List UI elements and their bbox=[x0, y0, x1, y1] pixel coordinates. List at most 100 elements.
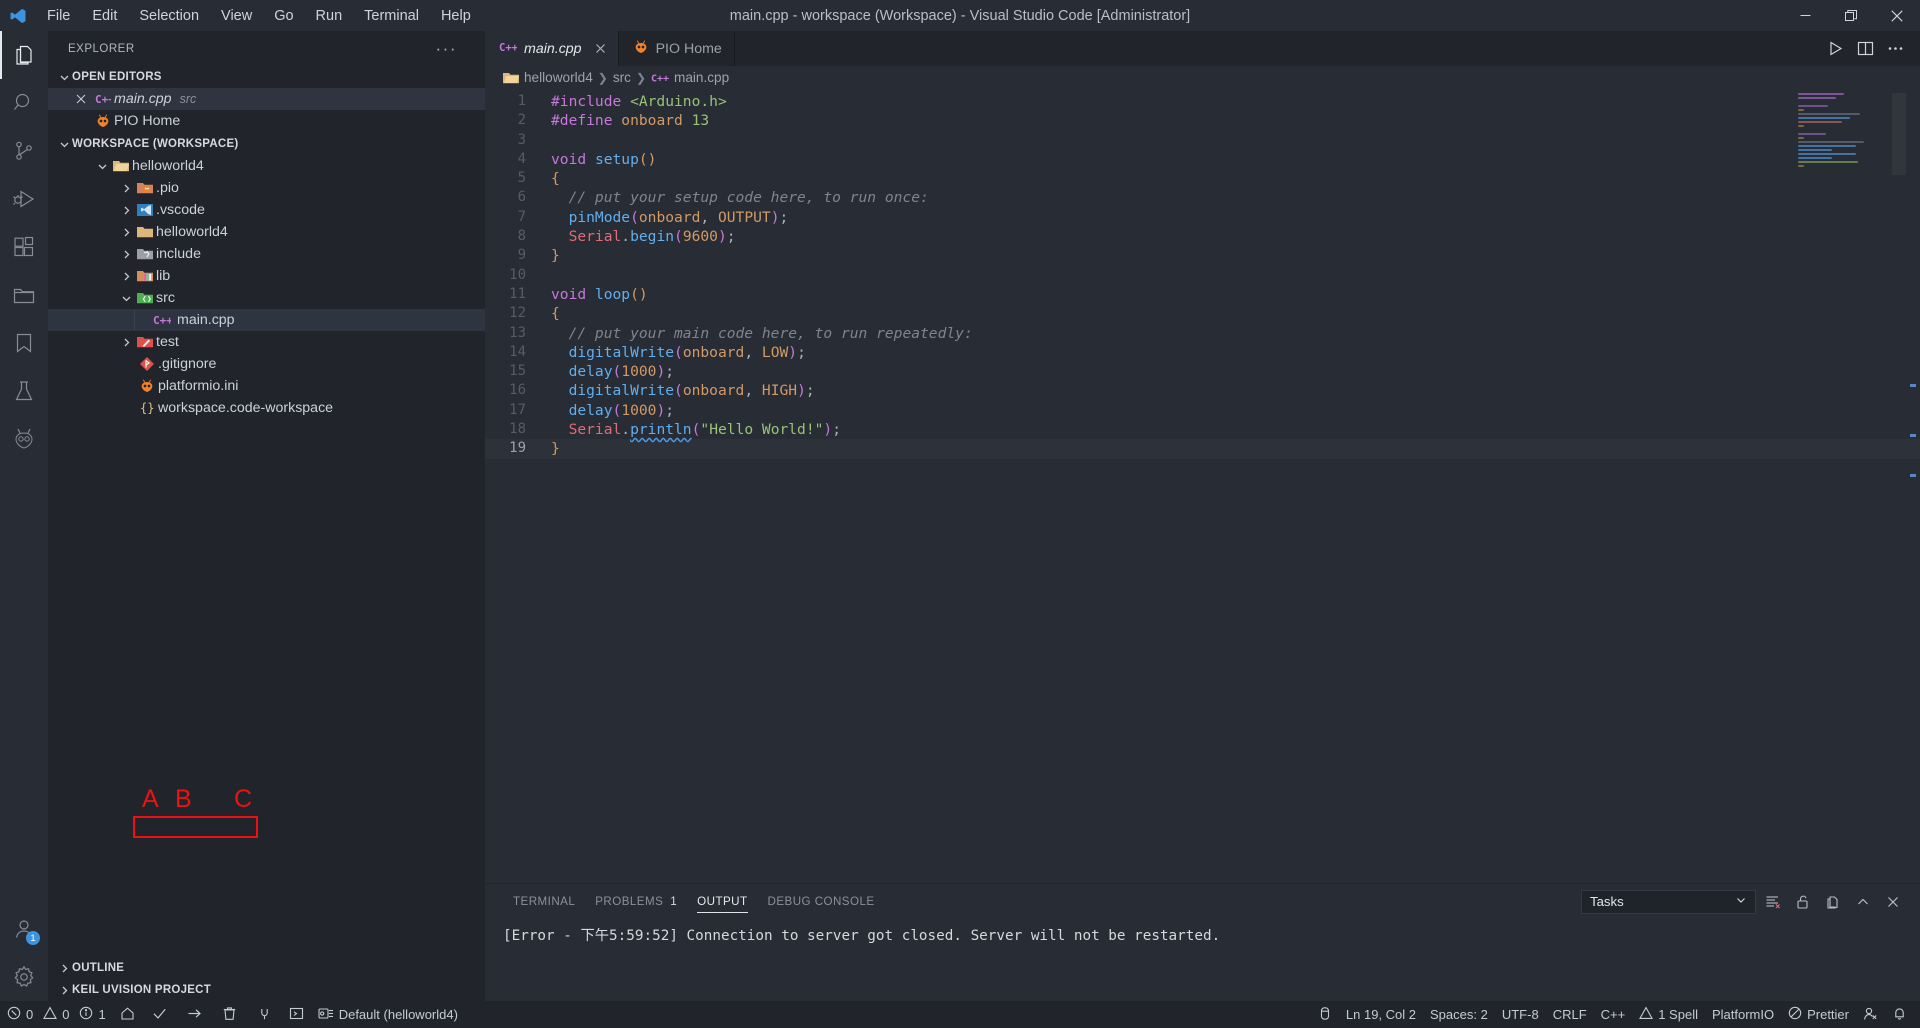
activitybar-item-explorer[interactable] bbox=[0, 31, 48, 79]
chevron-down-icon[interactable] bbox=[94, 161, 110, 172]
status-pio-home[interactable] bbox=[113, 1001, 142, 1028]
unlock-icon[interactable] bbox=[1790, 889, 1816, 915]
chevron-down-icon[interactable] bbox=[118, 293, 134, 304]
menu-selection[interactable]: Selection bbox=[128, 3, 210, 29]
activitybar-item-extensions[interactable] bbox=[0, 223, 48, 271]
code-line[interactable]: 13 // put your main code here, to run re… bbox=[485, 324, 1920, 343]
activitybar-item-bookmarks[interactable] bbox=[0, 319, 48, 367]
tree-item-workspace-code-workspace[interactable]: {} workspace.code-workspace bbox=[48, 397, 485, 419]
section-outline[interactable]: OUTLINE bbox=[48, 957, 485, 979]
status-pio-serial-monitor[interactable] bbox=[247, 1001, 282, 1028]
status-editor-encoding[interactable]: UTF-8 bbox=[1495, 1001, 1546, 1028]
status-editor-language[interactable]: C++ bbox=[1594, 1001, 1633, 1028]
minimap[interactable] bbox=[1798, 93, 1906, 175]
code-line[interactable]: 19} bbox=[485, 439, 1920, 459]
activitybar-item-source-control[interactable] bbox=[0, 127, 48, 175]
status-remote-indicator[interactable] bbox=[1311, 1001, 1339, 1028]
tree-item-platformio-ini[interactable]: platformio.ini bbox=[48, 375, 485, 397]
tree-item-lib[interactable]: lib bbox=[48, 265, 485, 287]
tree-item-src[interactable]: src bbox=[48, 287, 485, 309]
clear-output-icon[interactable] bbox=[1760, 889, 1786, 915]
close-icon[interactable] bbox=[595, 43, 606, 54]
tree-item-helloworld4[interactable]: helloworld4 bbox=[48, 221, 485, 243]
status-pio-new-terminal[interactable] bbox=[282, 1001, 311, 1028]
activitybar-item-platformio[interactable] bbox=[0, 415, 48, 463]
ellipsis-icon[interactable]: ··· bbox=[436, 40, 465, 57]
tree-item-test[interactable]: test bbox=[48, 331, 485, 353]
chevron-right-icon[interactable] bbox=[118, 227, 134, 238]
split-editor-icon[interactable] bbox=[1850, 31, 1880, 66]
status-editor-indentation[interactable]: Spaces: 2 bbox=[1423, 1001, 1495, 1028]
open-editor-icon[interactable] bbox=[1820, 889, 1846, 915]
code-line[interactable]: 14 digitalWrite(onboard, LOW); bbox=[485, 343, 1920, 362]
status-pio-project-env[interactable]: Default (helloworld4) bbox=[311, 1001, 465, 1028]
breadcrumb-item-src[interactable]: src bbox=[613, 70, 631, 85]
activitybar-item-remote-explorer[interactable] bbox=[0, 271, 48, 319]
code-line[interactable]: 17 delay(1000); bbox=[485, 401, 1920, 420]
chevron-right-icon[interactable] bbox=[118, 249, 134, 260]
ellipsis-icon[interactable] bbox=[1880, 31, 1910, 66]
activitybar-item-testing[interactable] bbox=[0, 367, 48, 415]
breadcrumb-item-main-cpp[interactable]: main.cpp bbox=[674, 70, 729, 85]
tree-item-gitignore[interactable]: .gitignore bbox=[48, 353, 485, 375]
code-line[interactable]: 3 bbox=[485, 131, 1920, 150]
tab-main-cpp[interactable]: C++ main.cpp bbox=[485, 31, 619, 66]
status-prettier[interactable]: Prettier bbox=[1781, 1001, 1856, 1028]
code-line[interactable]: 2 #define onboard 13 bbox=[485, 111, 1920, 130]
play-icon[interactable] bbox=[1820, 31, 1850, 66]
menu-run[interactable]: Run bbox=[305, 3, 354, 29]
status-pio-clean[interactable] bbox=[212, 1001, 247, 1028]
code-line[interactable]: 10 bbox=[485, 266, 1920, 285]
close-icon[interactable] bbox=[70, 94, 92, 104]
activitybar-item-run-and-debug[interactable] bbox=[0, 175, 48, 223]
minimap-slider[interactable] bbox=[1892, 93, 1906, 175]
tree-item-main-cpp[interactable]: C++ main.cpp bbox=[48, 309, 485, 331]
status-spell-checker[interactable]: 1 Spell bbox=[1632, 1001, 1705, 1028]
status-pio-build[interactable] bbox=[142, 1001, 177, 1028]
close-button[interactable] bbox=[1874, 0, 1920, 31]
maximize-restore-button[interactable] bbox=[1828, 0, 1874, 31]
menu-go[interactable]: Go bbox=[263, 3, 304, 29]
code-line[interactable]: 18 Serial.println("Hello World!"); bbox=[485, 420, 1920, 439]
panel-tab-debug-console[interactable]: DEBUG CONSOLE bbox=[758, 884, 885, 919]
code-line[interactable]: 16 digitalWrite(onboard, HIGH); bbox=[485, 381, 1920, 400]
code-line[interactable]: 6 // put your setup code here, to run on… bbox=[485, 188, 1920, 207]
activitybar-item-search[interactable] bbox=[0, 79, 48, 127]
code-line[interactable]: 9} bbox=[485, 246, 1920, 265]
output-panel-body[interactable]: [Error - 下午5:59:52] Connection to server… bbox=[485, 919, 1920, 945]
tree-item-pio[interactable]: .pio bbox=[48, 177, 485, 199]
section-workspace[interactable]: WORKSPACE (WORKSPACE) bbox=[48, 133, 485, 155]
open-editor-item-pio-home[interactable]: PIO Home bbox=[48, 110, 485, 132]
status-notifications[interactable] bbox=[1885, 1001, 1914, 1028]
open-editor-item-main-cpp[interactable]: C++ main.cpp src bbox=[48, 88, 485, 110]
chevron-up-icon[interactable] bbox=[1850, 889, 1876, 915]
menu-file[interactable]: File bbox=[36, 3, 81, 29]
chevron-right-icon[interactable] bbox=[118, 205, 134, 216]
code-line[interactable]: 12 { bbox=[485, 304, 1920, 323]
code-line[interactable]: 11 void loop() bbox=[485, 285, 1920, 304]
status-editor-eol[interactable]: CRLF bbox=[1546, 1001, 1594, 1028]
code-line[interactable]: 5{ bbox=[485, 169, 1920, 188]
chevron-right-icon[interactable] bbox=[118, 337, 134, 348]
panel-tab-problems[interactable]: PROBLEMS 1 bbox=[585, 884, 687, 919]
tree-item-include[interactable]: include bbox=[48, 243, 485, 265]
section-keil-uvision-project[interactable]: KEIL UVISION PROJECT bbox=[48, 979, 485, 1001]
tab-pio-home[interactable]: PIO Home bbox=[618, 31, 735, 66]
code-line[interactable]: 8 Serial.begin(9600); bbox=[485, 227, 1920, 246]
breadcrumb-item-helloworld4[interactable]: helloworld4 bbox=[524, 70, 593, 85]
output-channel-select[interactable]: Tasks bbox=[1581, 889, 1756, 914]
code-line[interactable]: 7 pinMode(onboard, OUTPUT); bbox=[485, 208, 1920, 227]
code-editor[interactable]: 1 #include <Arduino.h> 2 #define onboard 13… bbox=[485, 89, 1920, 883]
menu-help[interactable]: Help bbox=[430, 3, 482, 29]
tree-item-helloworld4-root[interactable]: helloworld4 bbox=[48, 155, 485, 177]
close-icon[interactable] bbox=[1880, 889, 1906, 915]
status-problems[interactable]: 0 0 1 bbox=[0, 1001, 113, 1028]
status-platformio[interactable]: PlatformIO bbox=[1705, 1001, 1781, 1028]
status-live-share[interactable] bbox=[1856, 1001, 1885, 1028]
menu-view[interactable]: View bbox=[210, 3, 263, 29]
chevron-right-icon[interactable] bbox=[118, 271, 134, 282]
activitybar-item-accounts[interactable]: 1 bbox=[0, 905, 48, 953]
code-line[interactable]: 1 #include <Arduino.h> bbox=[485, 92, 1920, 111]
section-open-editors[interactable]: OPEN EDITORS bbox=[48, 66, 485, 88]
tree-item-vscode[interactable]: .vscode bbox=[48, 199, 485, 221]
